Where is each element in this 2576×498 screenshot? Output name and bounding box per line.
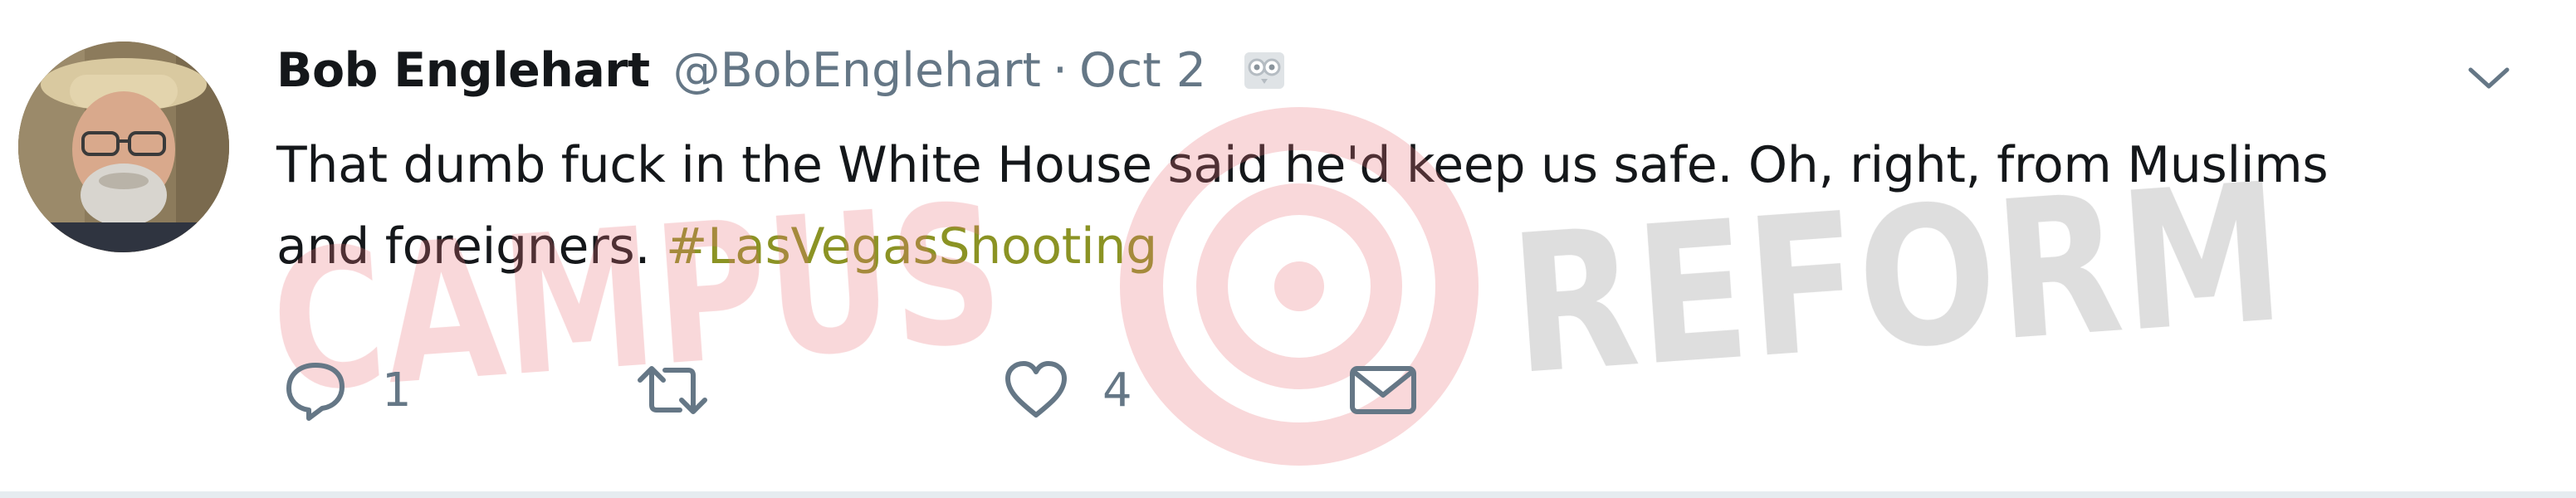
- timestamp-link[interactable]: Oct 2: [1079, 43, 1206, 98]
- tweet-body: That dumb fuck in the White House said h…: [276, 136, 2329, 276]
- envelope-icon: [1350, 366, 1416, 414]
- profile-photo: [18, 42, 229, 252]
- retweet-icon: [638, 366, 707, 414]
- more-options-button[interactable]: [2456, 53, 2522, 103]
- direct-message-button[interactable]: [1347, 349, 1419, 432]
- display-name[interactable]: Bob Englehart: [276, 43, 650, 98]
- header-separator: ·: [1052, 43, 1068, 98]
- reply-icon: [286, 363, 345, 421]
- like-button[interactable]: 4: [1003, 349, 1132, 432]
- heart-icon: [1005, 361, 1067, 417]
- tweet-actions: 1 4: [282, 349, 1528, 432]
- reply-count: 1: [382, 363, 412, 417]
- avatar[interactable]: [18, 42, 229, 252]
- hashtag-link[interactable]: #LasVegasShooting: [666, 217, 1157, 276]
- username[interactable]: @BobEnglehart: [673, 43, 1041, 98]
- tweet-card: Bob Englehart @BobEnglehart · Oct 2 That…: [0, 0, 2576, 498]
- tweet-header: Bob Englehart @BobEnglehart · Oct 2: [276, 33, 1289, 108]
- chevron-down-icon: [2468, 67, 2510, 89]
- owl-icon: [1239, 46, 1289, 95]
- like-count: 4: [1102, 363, 1132, 417]
- reply-button[interactable]: 1: [282, 349, 412, 432]
- tweet-divider: [0, 491, 2576, 498]
- retweet-button[interactable]: [635, 349, 743, 432]
- tweet-text: That dumb fuck in the White House said h…: [276, 124, 2402, 287]
